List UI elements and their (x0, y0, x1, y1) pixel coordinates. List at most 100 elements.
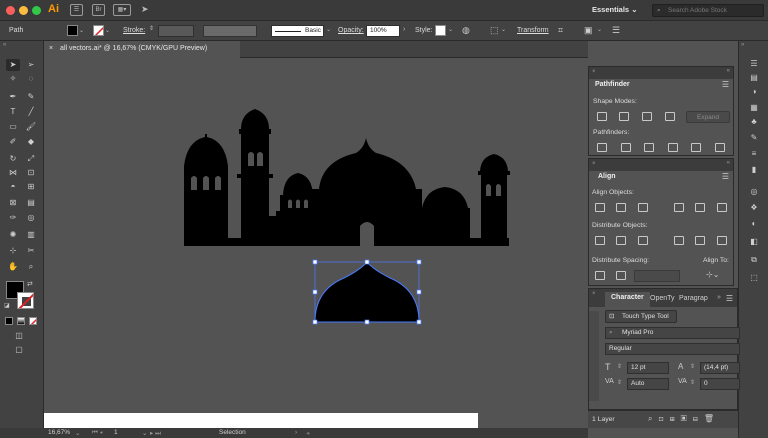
chevron-down-icon[interactable]: ⌄ (79, 27, 84, 34)
expand-button[interactable]: Expand (686, 111, 730, 123)
first-artboard-icon[interactable]: ⏮ ◂ (92, 429, 103, 437)
vertical-align-top-icon[interactable] (674, 203, 684, 212)
opacity-field[interactable]: 100% (366, 25, 400, 37)
status-tool-label[interactable]: Selection (219, 429, 246, 436)
font-family-select[interactable]: ⌕ Myriad Pro (605, 327, 740, 339)
gradient-mode-icon[interactable] (17, 317, 25, 325)
brushes-icon[interactable]: ✎ (749, 133, 759, 143)
chevron-right-icon[interactable]: › (403, 26, 405, 33)
horizontal-distribute-right-icon[interactable] (717, 236, 727, 245)
minus-back-icon[interactable] (715, 143, 725, 152)
shape-builder-tool-icon[interactable]: ◓ (6, 181, 20, 193)
workspace-switcher[interactable]: Essentials ⌄ (592, 5, 638, 14)
chevron-right-icon[interactable]: › (295, 429, 297, 436)
drawing-modes-icon[interactable]: ◫ (12, 330, 26, 342)
arrange-documents-icon[interactable]: ▦▾ (113, 4, 131, 16)
recolor-artwork-icon[interactable]: ◍ (462, 25, 470, 36)
select-similar-icon[interactable]: ▣ (584, 25, 593, 36)
merge-icon[interactable] (644, 143, 654, 152)
gpu-performance-icon[interactable]: ➤ (141, 4, 149, 15)
chevron-down-icon[interactable]: ⌄ (597, 26, 602, 33)
rectangle-tool-icon[interactable]: ▭ (6, 121, 20, 133)
minimize-window-button[interactable] (19, 6, 28, 15)
horizontal-distribute-center-icon[interactable] (695, 236, 705, 245)
stroke-panel-icon[interactable]: ≡ (749, 149, 759, 159)
exclude-icon[interactable] (665, 112, 675, 121)
rotate-tool-icon[interactable]: ↻ (6, 153, 20, 165)
curvature-tool-icon[interactable]: ✎ (24, 91, 38, 103)
chevron-down-icon[interactable]: ⌄ (105, 27, 110, 34)
magic-wand-tool-icon[interactable]: ✧ (6, 73, 20, 85)
close-tab-icon[interactable]: × (49, 45, 53, 52)
fill-swatch[interactable] (67, 25, 78, 36)
eraser-tool-icon[interactable]: ◆ (24, 136, 38, 148)
pen-tool-icon[interactable]: ✒ (6, 91, 20, 103)
scroll-left-icon[interactable]: ◂ (306, 429, 309, 437)
hand-tool-icon[interactable]: ✋ (6, 261, 20, 273)
pathfinder-tab[interactable]: Pathfinder (589, 79, 636, 93)
zoom-tool-icon[interactable]: ⌕ (24, 261, 38, 273)
last-artboard-icon[interactable]: ▸ ⏭ (150, 429, 161, 438)
vertical-align-center-icon[interactable] (695, 203, 705, 212)
panel-menu-icon[interactable]: ☰ (726, 294, 733, 303)
horizontal-distribute-space-icon[interactable] (616, 271, 626, 280)
column-graph-tool-icon[interactable]: ▥ (24, 229, 38, 241)
collapse-panel-icon[interactable]: « (727, 160, 730, 166)
opacity-label[interactable]: Opacity: (338, 27, 364, 34)
outline-icon[interactable] (691, 143, 701, 152)
stepper-icon[interactable]: ⇕ (149, 25, 154, 32)
opentype-tab[interactable]: OpenTy (650, 295, 675, 302)
bridge-button[interactable]: Br (92, 4, 105, 16)
selection-tool-icon[interactable]: ➤ (6, 59, 20, 71)
shaper-tool-icon[interactable]: ✐ (6, 136, 20, 148)
stepper-icon[interactable]: ⇕ (690, 363, 695, 370)
type-tool-icon[interactable]: T (6, 106, 20, 118)
horizontal-align-left-icon[interactable] (595, 203, 605, 212)
character-tab[interactable]: Character (605, 292, 650, 307)
horizontal-align-center-icon[interactable] (616, 203, 626, 212)
close-window-button[interactable] (6, 6, 15, 15)
lasso-tool-icon[interactable]: ◌ (24, 73, 38, 85)
touch-type-tool-button[interactable]: ⊡ Touch Type Tool (605, 310, 677, 323)
spacing-value-field[interactable] (634, 270, 680, 282)
collapse-toolbar-icon[interactable]: « (3, 42, 6, 48)
chevron-down-icon[interactable]: ⌄ (448, 26, 453, 33)
chevron-down-icon[interactable]: ⌄ (75, 429, 80, 437)
symbol-sprayer-tool-icon[interactable]: ✺ (6, 229, 20, 241)
trim-icon[interactable] (621, 143, 631, 152)
paintbrush-tool-icon[interactable]: 🖌 (24, 121, 38, 133)
asset-export-icon[interactable]: ⬚ (749, 273, 759, 283)
kerning-field[interactable]: Auto (627, 378, 669, 390)
gradient-panel-icon[interactable]: ▮ (749, 165, 759, 175)
free-transform-tool-icon[interactable]: ⊡ (24, 167, 38, 179)
close-panel-icon[interactable]: × (592, 161, 596, 167)
document-tab[interactable]: × all vectors.ai* @ 16,67% (CMYK/GPU Pre… (44, 41, 240, 58)
mosque-artwork[interactable] (44, 58, 588, 428)
libraries-icon[interactable]: ☰ (70, 4, 83, 16)
properties-icon[interactable]: ☰ (749, 59, 759, 69)
default-fill-stroke-icon[interactable]: ◪ (4, 302, 10, 309)
scale-tool-icon[interactable]: ⤢ (24, 153, 38, 165)
vertical-distribute-bottom-icon[interactable] (638, 236, 648, 245)
close-panel-icon[interactable]: × (592, 291, 596, 297)
canvas[interactable] (44, 58, 588, 428)
stroke-weight-field[interactable] (158, 25, 194, 37)
unite-icon[interactable] (597, 112, 607, 121)
maximize-window-button[interactable] (32, 6, 41, 15)
width-tool-icon[interactable]: ⋈ (6, 167, 20, 179)
artboard-number-field[interactable]: 1 (114, 429, 118, 436)
horizontal-distribute-left-icon[interactable] (674, 236, 684, 245)
minus-front-icon[interactable] (619, 112, 629, 121)
stepper-icon[interactable]: ⇕ (617, 363, 622, 370)
chevron-down-icon[interactable]: ⌄ (501, 26, 506, 33)
collapse-panel-icon[interactable]: « (727, 68, 730, 74)
appearance-icon[interactable]: ◎ (749, 187, 759, 197)
vertical-distribute-top-icon[interactable] (595, 236, 605, 245)
perspective-grid-tool-icon[interactable]: ⊞ (24, 181, 38, 193)
stroke-label[interactable]: Stroke: (123, 27, 145, 34)
close-panel-icon[interactable]: × (592, 69, 596, 75)
eyedropper-tool-icon[interactable]: ✑ (6, 212, 20, 224)
divide-icon[interactable] (597, 143, 607, 152)
tracking-field[interactable]: 0 (700, 378, 740, 390)
align-tab[interactable]: Align (589, 171, 622, 185)
